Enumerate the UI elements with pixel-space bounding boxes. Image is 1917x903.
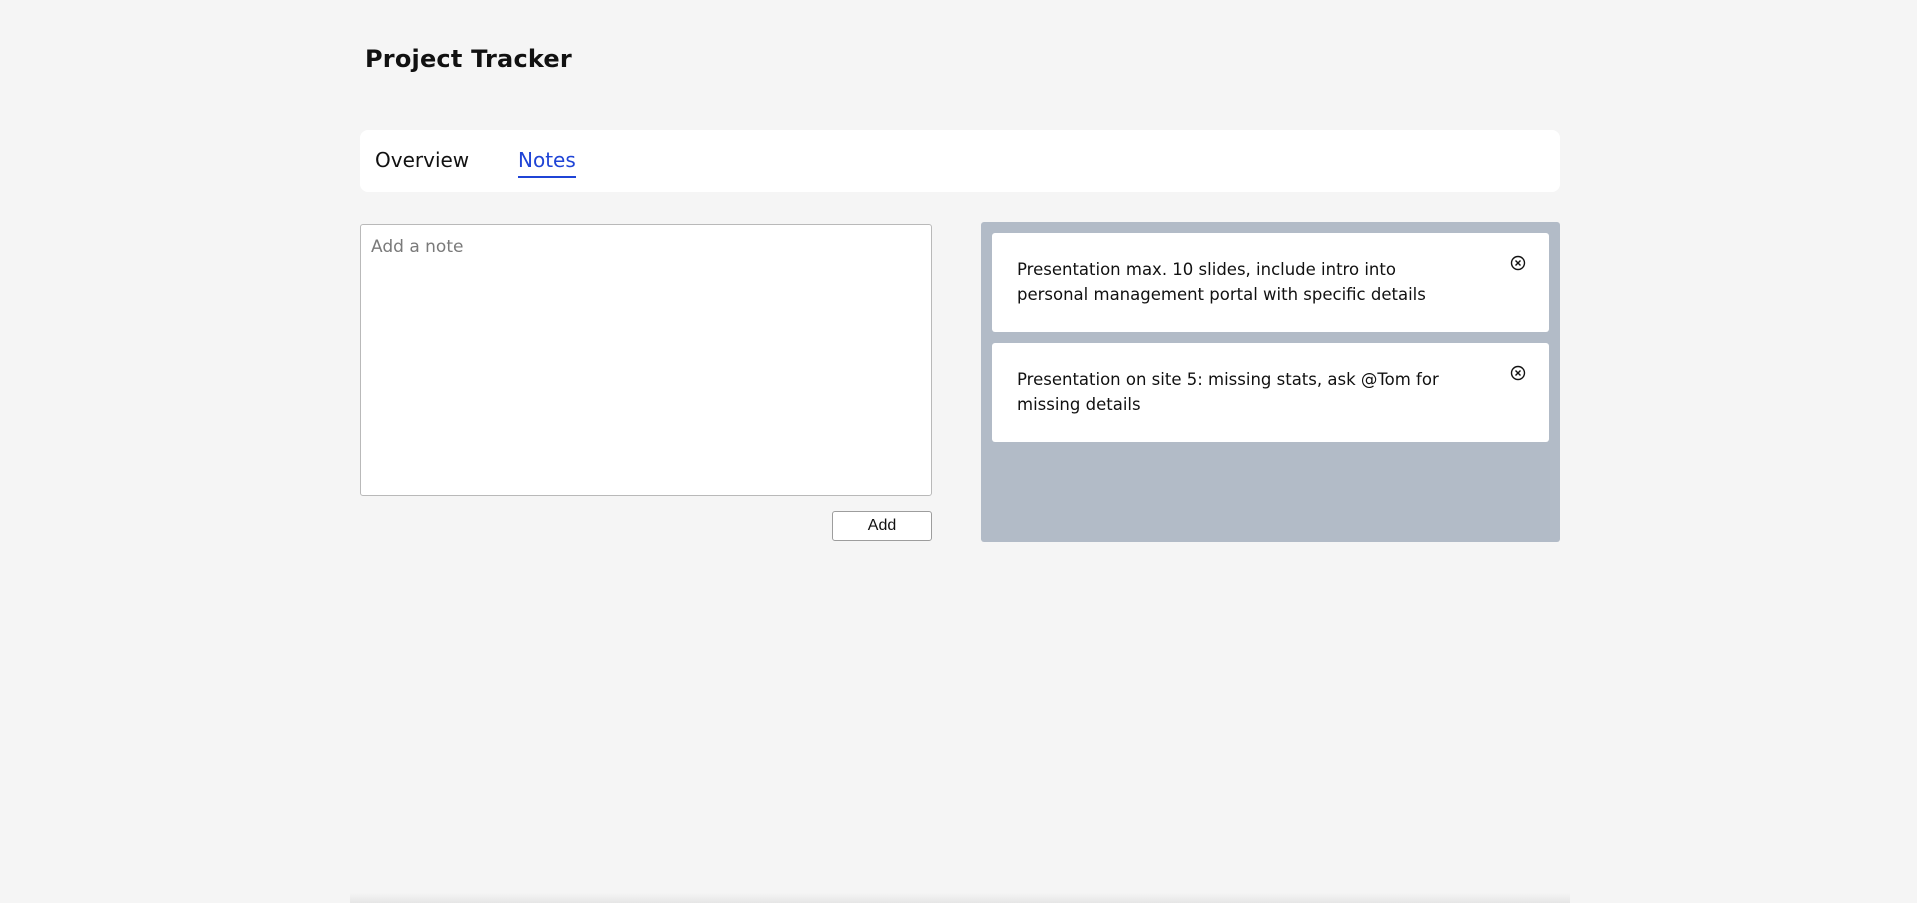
notes-list: Presentation max. 10 slides, include int…	[981, 222, 1560, 542]
note-card: Presentation on site 5: missing stats, a…	[992, 343, 1549, 442]
tab-overview[interactable]: Overview	[375, 148, 469, 176]
close-circle-icon[interactable]	[1510, 255, 1526, 271]
note-text: Presentation max. 10 slides, include int…	[1017, 260, 1426, 304]
tab-notes[interactable]: Notes	[518, 148, 576, 178]
footer-shadow	[350, 893, 1570, 903]
app-root: Project Tracker Overview Notes Add Prese…	[0, 0, 1917, 903]
note-card: Presentation max. 10 slides, include int…	[992, 233, 1549, 332]
close-circle-icon[interactable]	[1510, 365, 1526, 381]
note-input[interactable]	[360, 224, 932, 496]
add-note-button[interactable]: Add	[832, 511, 932, 541]
tab-bar: Overview Notes	[360, 130, 1560, 192]
note-text: Presentation on site 5: missing stats, a…	[1017, 370, 1439, 414]
page-title: Project Tracker	[365, 45, 572, 73]
